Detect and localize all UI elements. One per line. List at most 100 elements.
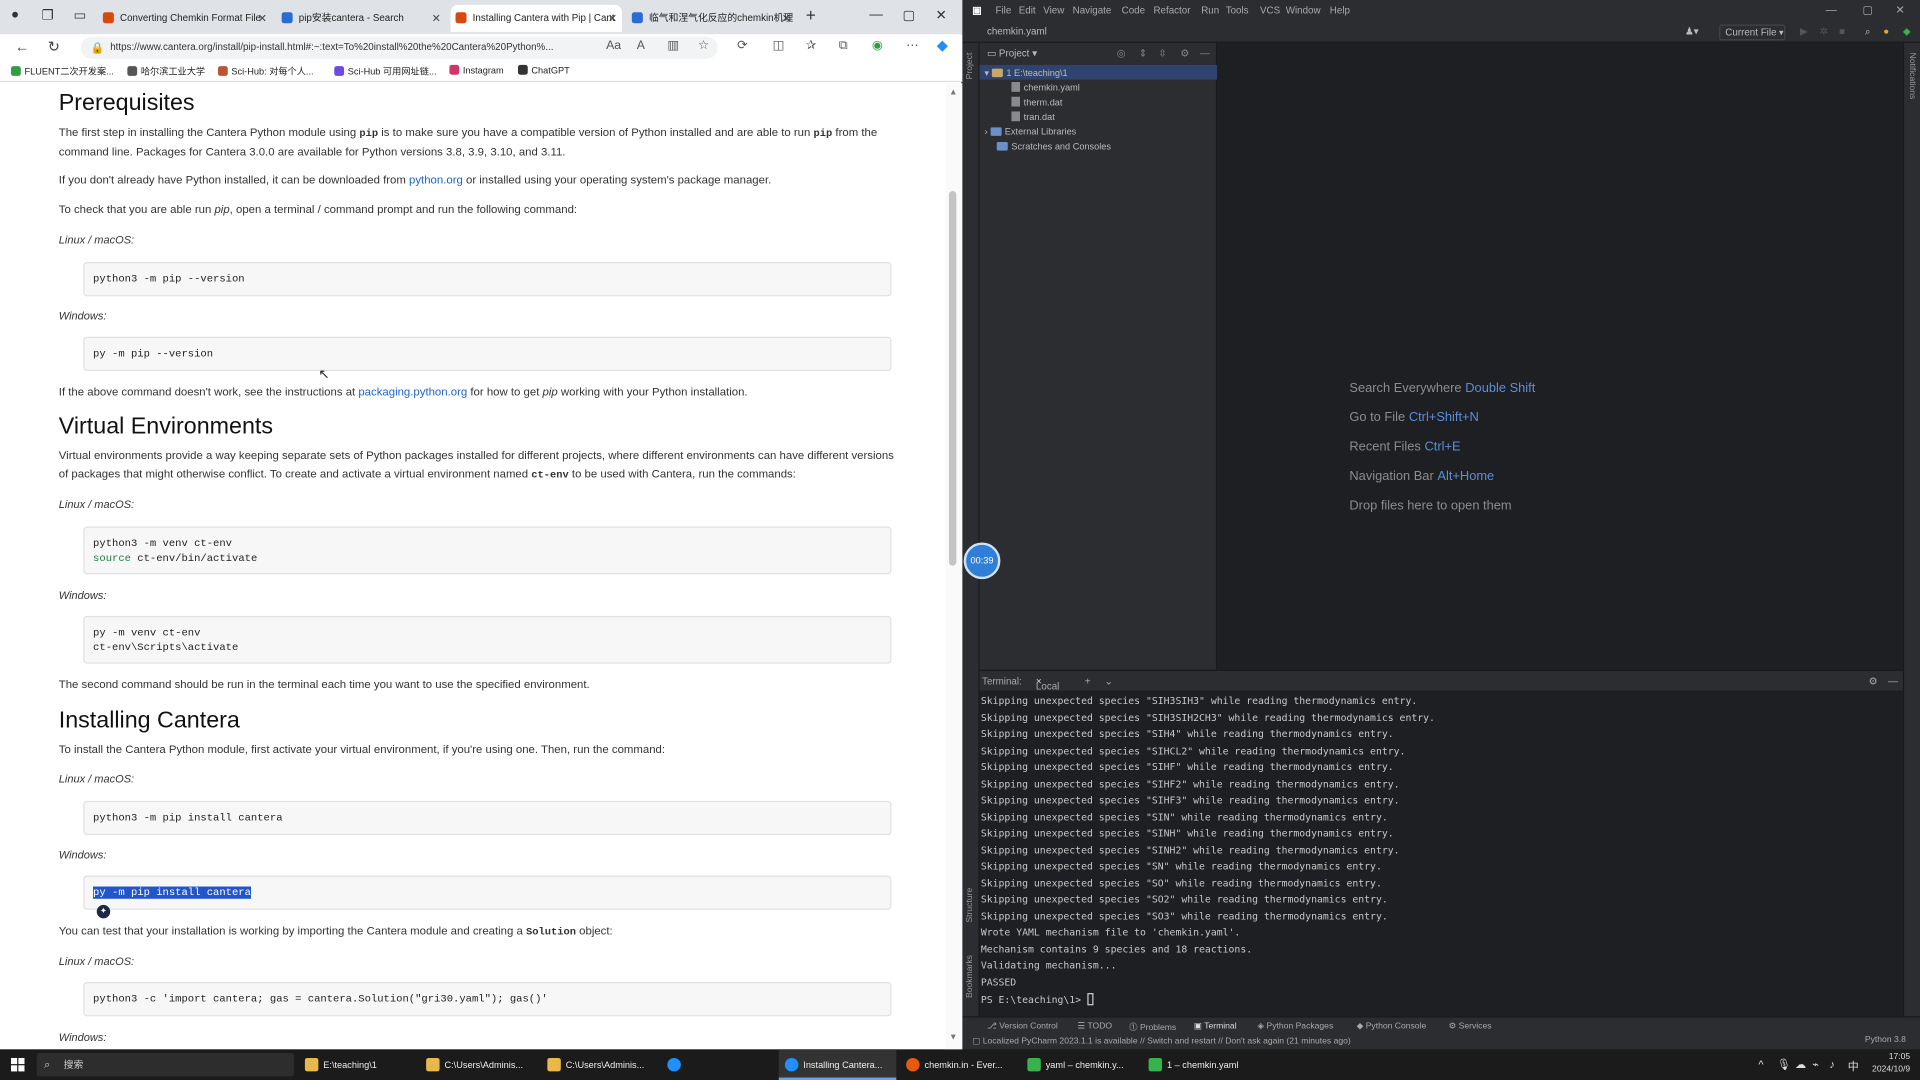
terminal-session-tab[interactable]: Local × <box>1036 676 1059 692</box>
toolwin-terminal[interactable]: ▣ Terminal <box>1194 1021 1237 1031</box>
browser-tab[interactable]: 临气和涅气化反应的chemkin机理 ✕ <box>627 5 796 32</box>
taskbar-app[interactable]: E:\teaching\1 <box>299 1049 417 1080</box>
hide-panel-icon[interactable]: — <box>1200 48 1210 59</box>
sync-icon[interactable]: ⟳ <box>737 39 747 52</box>
close-window-icon[interactable]: ✕ <box>1896 4 1905 17</box>
browser-tab[interactable]: pip安装cantera - Search ✕ <box>277 5 446 32</box>
menu-vcs[interactable]: VCS <box>1260 5 1280 16</box>
close-tab-icon[interactable]: ✕ <box>782 5 791 32</box>
terminal-prompt[interactable]: PS E:\teaching\1> <box>981 993 1094 1006</box>
windows-start-icon[interactable] <box>11 1057 25 1072</box>
expand-all-icon[interactable]: ⇕ <box>1139 48 1147 59</box>
gear-icon[interactable]: ⚙ <box>1180 48 1189 59</box>
code-block[interactable]: python3 -m venv ct-env source ct-env/bin/… <box>83 526 892 575</box>
collapse-all-icon[interactable]: ⇳ <box>1158 48 1166 59</box>
code-block[interactable]: python3 -m pip install cantera <box>83 800 892 836</box>
toolwin-python-packages[interactable]: ◈ Python Packages <box>1258 1021 1334 1031</box>
taskbar-app[interactable]: 1 – chemkin.yaml <box>1142 1049 1260 1080</box>
tray-chevron-icon[interactable]: ^ <box>1758 1058 1763 1070</box>
tree-item-external-libraries[interactable]: › External Libraries <box>984 126 1076 137</box>
notifications-tool-label[interactable]: Notifications <box>1908 53 1917 100</box>
close-window-icon[interactable]: ✕ <box>936 7 947 24</box>
code-block[interactable]: py -m venv ct-env ct-env\Scripts\activate <box>83 615 892 664</box>
terminal-output[interactable]: Skipping unexpected species "SIH3SIH3" w… <box>979 690 1903 1017</box>
close-tab-icon[interactable]: ✕ <box>258 5 267 32</box>
menu-navigate[interactable]: Navigate <box>1073 5 1112 16</box>
scroll-up-icon[interactable]: ▲ <box>949 88 957 97</box>
code-block[interactable]: python3 -c 'import cantera; gas = canter… <box>83 982 892 1017</box>
copilot-selection-icon[interactable]: ✦ <box>96 904 111 919</box>
locate-icon[interactable]: ◎ <box>1117 48 1126 59</box>
onedrive-icon[interactable]: ☁ <box>1795 1058 1806 1071</box>
more-icon[interactable]: ⋯ <box>906 39 918 52</box>
run-config-dropdown[interactable]: Current File ▾ <box>1719 24 1786 41</box>
maximize-icon[interactable]: ▢ <box>1862 4 1872 17</box>
menu-code[interactable]: Code <box>1122 5 1145 16</box>
menu-view[interactable]: View <box>1043 5 1064 16</box>
browser-tab[interactable]: Converting Chemkin Format File ✕ <box>98 5 272 32</box>
taskbar-app[interactable]: C:\Users\Adminis... <box>420 1049 538 1080</box>
terminal-dropdown-icon[interactable]: ⌄ <box>1104 676 1112 687</box>
bookmark-item[interactable]: 哈尔滨工业大学 <box>127 65 205 78</box>
menu-edit[interactable]: Edit <box>1019 5 1036 16</box>
ime-icon[interactable]: 中 <box>1848 1058 1859 1074</box>
menu-file[interactable]: File <box>996 5 1012 16</box>
project-tool-label[interactable]: Project <box>966 53 975 80</box>
menu-run[interactable]: Run <box>1201 5 1219 16</box>
search-icon[interactable]: ⌕ <box>1865 26 1870 38</box>
menu-tools[interactable]: Tools <box>1226 5 1249 16</box>
taskbar-app[interactable]: C:\Users\Adminis... <box>541 1049 659 1080</box>
menu-window[interactable]: Window <box>1286 5 1321 16</box>
bookmark-item[interactable]: Sci-Hub 可用网址链... <box>334 65 437 78</box>
editor-empty-area[interactable]: Search Everywhere Double Shift Go to File… <box>1217 42 1903 670</box>
taskbar-search-input[interactable]: ⌕ 搜索 <box>36 1053 294 1077</box>
tab-actions-icon[interactable]: ▭ <box>73 7 86 24</box>
minimize-icon[interactable]: — <box>1826 4 1837 16</box>
new-terminal-icon[interactable]: + <box>1085 676 1091 687</box>
packaging-link[interactable]: packaging.python.org <box>358 386 467 398</box>
favorites-icon[interactable]: ✰ <box>806 39 816 52</box>
bookmark-item[interactable]: ChatGPT <box>517 64 570 76</box>
back-icon[interactable]: ← <box>15 38 30 55</box>
tree-item-root[interactable]: ▾ 1 E:\teaching\1 <box>984 67 1067 78</box>
volume-icon[interactable]: ♪ <box>1829 1058 1835 1070</box>
taskbar-app-active[interactable]: Installing Cantera... <box>778 1049 897 1080</box>
translate-icon[interactable]: A <box>637 39 645 52</box>
split-screen-icon[interactable]: ◫ <box>773 39 785 52</box>
stop-icon[interactable]: ■ <box>1839 26 1845 37</box>
code-block[interactable]: python3 -m pip --version <box>83 262 892 297</box>
browser-tab-active[interactable]: Installing Cantera with Pip | Cant ✕ <box>450 4 623 32</box>
copilot-icon[interactable]: ◆ <box>937 37 948 54</box>
tree-item-file[interactable]: chemkin.yaml <box>1011 82 1080 93</box>
project-panel-header[interactable]: ▭ Project ▾ <box>987 48 1037 59</box>
reader-icon[interactable]: ▥ <box>667 39 679 52</box>
extension-icon[interactable]: ◉ <box>872 39 883 52</box>
run-icon[interactable]: ▶ <box>1800 26 1808 37</box>
recording-timer[interactable]: 00:39 <box>963 542 1001 580</box>
page-scrollbar[interactable]: ▲ ▼ <box>945 83 963 1050</box>
bookmarks-tool-label[interactable]: Bookmarks <box>966 955 975 998</box>
tree-item-file[interactable]: tran.dat <box>1011 111 1055 122</box>
collections-icon[interactable]: ⧉ <box>839 39 848 52</box>
read-aloud-icon[interactable]: Aa <box>606 39 621 52</box>
new-tab-button[interactable]: + <box>806 5 816 25</box>
updates-icon[interactable]: ● <box>1883 26 1889 37</box>
toolwin-version-control[interactable]: ⎇ Version Control <box>987 1021 1058 1031</box>
maximize-icon[interactable]: ▢ <box>902 7 915 24</box>
microphone-icon[interactable]: 🎙 <box>1777 1058 1791 1071</box>
structure-tool-label[interactable]: Structure <box>966 888 975 923</box>
python-org-link[interactable]: python.org <box>409 174 463 186</box>
bookmark-item[interactable]: Sci-Hub: 对每个人... <box>217 65 314 78</box>
refresh-icon[interactable]: ↻ <box>48 38 60 55</box>
favorite-icon[interactable]: ☆ <box>698 39 709 52</box>
pycharm-icon[interactable]: ◆ <box>1903 26 1911 37</box>
toolwin-python-console[interactable]: ◆ Python Console <box>1357 1021 1426 1031</box>
menu-refactor[interactable]: Refactor <box>1153 5 1190 16</box>
code-block-selected[interactable]: py -m pip install cantera <box>83 875 892 910</box>
toolwin-problems[interactable]: ⓵ Problems <box>1129 1021 1176 1033</box>
close-tab-icon[interactable]: ✕ <box>608 5 617 32</box>
profile-icon[interactable]: ● <box>11 7 19 22</box>
toolwin-services[interactable]: ⚙ Services <box>1449 1021 1492 1031</box>
clock[interactable]: 17:05 2024/10/9 <box>1872 1052 1910 1076</box>
menu-help[interactable]: Help <box>1330 5 1350 16</box>
